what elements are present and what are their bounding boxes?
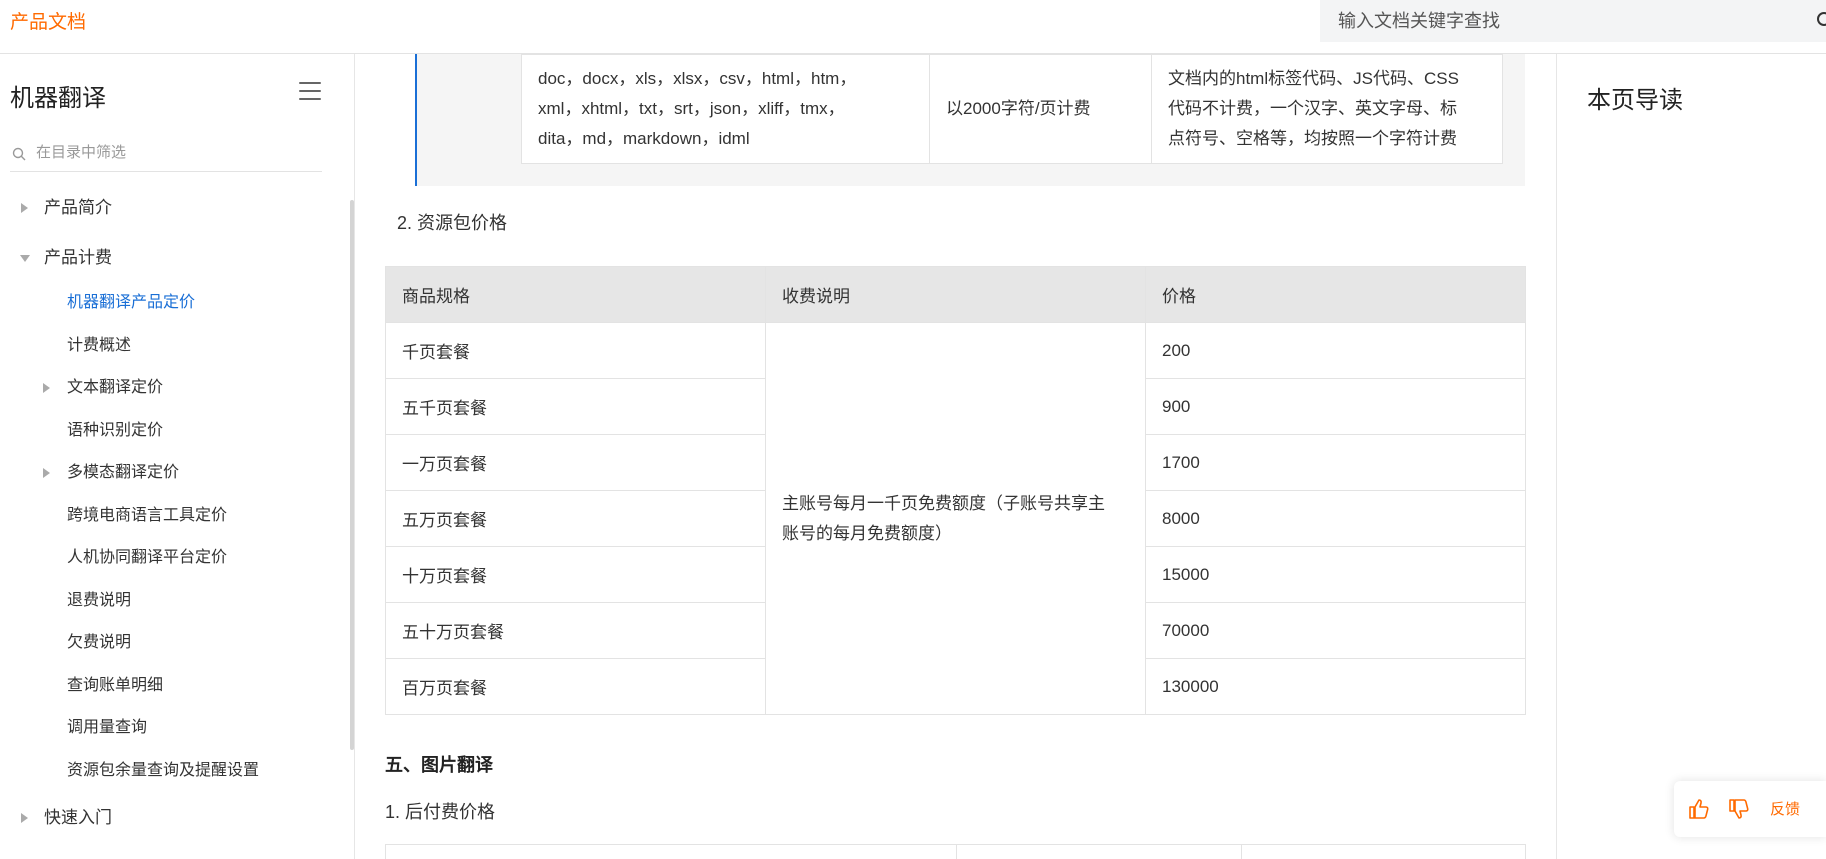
caret-right-icon (21, 203, 28, 213)
table-header-row: 商品规格 收费说明 价格 (385, 266, 1526, 323)
caret-right-icon (21, 813, 28, 823)
table-cell-billing-unit: 以2000字符/页计费 (929, 54, 1152, 164)
top-header: 产品文档 (0, 0, 1826, 54)
feedback-button[interactable]: 反馈 (1770, 798, 1800, 819)
page-toc-panel: 本页导读 (1556, 54, 1826, 859)
caret-down-icon (20, 255, 30, 262)
cell-text: 主账号每月一千页免费额度（子账号共享主 (782, 493, 1105, 513)
sidebar-filter-input[interactable] (36, 140, 316, 164)
price-cell: 130000 (1145, 658, 1526, 715)
postpay-price-table (385, 844, 1526, 859)
charge-description-cell: 主账号每月一千页免费额度（子账号共享主 账号的每月免费额度） (765, 322, 1146, 715)
sidebar-item-refund[interactable]: 退费说明 (67, 587, 131, 615)
price-cell: 900 (1145, 378, 1526, 435)
search-icon (12, 147, 26, 161)
sidebar-filter (10, 136, 322, 172)
cell-text: 代码不计费，一个汉字、英文字母、标 (1168, 99, 1457, 118)
sidebar-item-label: 多模态翻译定价 (67, 464, 180, 481)
cell-text: doc，docx，xls，xlsx，csv，html，htm， (538, 69, 857, 88)
menu-toggle-icon[interactable] (299, 82, 321, 100)
sidebar-item-overdue[interactable]: 欠费说明 (67, 629, 131, 657)
column-header: 商品规格 (385, 266, 766, 323)
search-icon[interactable] (1816, 11, 1826, 31)
cell-text: 文档内的html标签代码、JS代码、CSS (1168, 69, 1459, 88)
sidebar-item-label: 退费说明 (67, 592, 132, 609)
sidebar-item-label: 文本翻译定价 (67, 379, 164, 396)
sidebar-item-label: 语种识别定价 (67, 422, 164, 439)
main-content: doc，docx，xls，xlsx，csv，html，htm， xml，xhtm… (356, 54, 1556, 859)
doc-search-box (1320, 0, 1826, 42)
sidebar-item-label: 产品简介 (44, 198, 112, 217)
sidebar-item-bill-details[interactable]: 查询账单明细 (67, 672, 163, 700)
cell-text: 点符号、空格等，均按照一个字符计费 (1168, 129, 1457, 148)
column-header: 收费说明 (765, 266, 1146, 323)
sidebar-item-hitl-pricing[interactable]: 人机协同翻译平台定价 (67, 544, 227, 572)
price-cell: 1700 (1145, 434, 1526, 491)
price-cell: 70000 (1145, 602, 1526, 659)
sidebar-item-label: 查询账单明细 (67, 677, 164, 694)
thumbs-up-icon[interactable] (1688, 798, 1710, 820)
sidebar-item-mt-pricing[interactable]: 机器翻译产品定价 (67, 289, 195, 317)
sidebar-item-label: 快速入门 (44, 808, 112, 827)
sidebar-item-label: 计费概述 (67, 337, 132, 354)
thumbs-down-icon[interactable] (1728, 798, 1750, 820)
price-cell: 8000 (1145, 490, 1526, 547)
spec-cell: 一万页套餐 (385, 434, 766, 491)
caret-right-icon (43, 383, 50, 393)
sidebar-item-label: 跨境电商语言工具定价 (67, 507, 228, 524)
sidebar-item-label: 产品计费 (44, 248, 112, 267)
package-price-table: 商品规格 收费说明 价格 千页套餐 主账号每月一千页免费额度（子账号共享主 账号… (385, 266, 1526, 715)
doc-search-input[interactable] (1338, 0, 1778, 42)
sidebar: 机器翻译 产品简介 产品计费 机器翻译产品定价 计费概述 文本翻译定价 语种 (0, 54, 355, 859)
spec-cell: 五千页套餐 (385, 378, 766, 435)
sidebar-item-label: 资源包余量查询及提醒设置 (67, 762, 260, 779)
sidebar-item-langdetect-pricing[interactable]: 语种识别定价 (67, 417, 163, 445)
image-translation-heading: 五、图片翻译 (385, 755, 493, 775)
sidebar-item-quickstart[interactable]: 快速入门 (0, 804, 340, 832)
brand-link[interactable]: 产品文档 (10, 7, 86, 34)
table-row: 千页套餐 主账号每月一千页免费额度（子账号共享主 账号的每月免费额度） 200 (385, 322, 1526, 715)
postpay-section-label: 1. 后付费价格 (385, 802, 496, 822)
spec-cell: 十万页套餐 (385, 546, 766, 603)
cell-text: 账号的每月免费额度） (782, 523, 952, 543)
sidebar-item-label: 调用量查询 (67, 719, 148, 736)
sidebar-item-label: 机器翻译产品定价 (67, 294, 196, 311)
format-pricing-table: doc，docx，xls，xlsx，csv，html，htm， xml，xhtm… (521, 54, 1503, 164)
sidebar-scrollbar[interactable] (350, 200, 354, 750)
sidebar-title: 机器翻译 (10, 85, 106, 112)
table-cell-billing-rule: 文档内的html标签代码、JS代码、CSS 代码不计费，一个汉字、英文字母、标 … (1151, 54, 1503, 164)
sidebar-item-label: 欠费说明 (67, 634, 132, 651)
package-section-label: 2. 资源包价格 (397, 213, 508, 233)
table-cell-formats: doc，docx，xls，xlsx，csv，html，htm， xml，xhtm… (521, 54, 930, 164)
sidebar-item-text-pricing[interactable]: 文本翻译定价 (0, 374, 340, 402)
cell-text: xml，xhtml，txt，srt，json，xliff，tmx， (538, 99, 845, 118)
cell-text: dita，md，markdown，idml (538, 129, 750, 148)
table-row: doc，docx，xls，xlsx，csv，html，htm， xml，xhtm… (521, 54, 1503, 164)
sidebar-item-billing-overview[interactable]: 计费概述 (67, 332, 131, 360)
feedback-bar: 反馈 (1674, 781, 1826, 837)
sidebar-item-package-balance[interactable]: 资源包余量查询及提醒设置 (67, 757, 259, 785)
sidebar-item-multimodal-pricing[interactable]: 多模态翻译定价 (0, 459, 340, 487)
spec-cell: 五万页套餐 (385, 490, 766, 547)
toc-title: 本页导读 (1587, 87, 1683, 114)
spec-cell: 五十万页套餐 (385, 602, 766, 659)
sidebar-item-label: 人机协同翻译平台定价 (67, 549, 228, 566)
price-cell: 15000 (1145, 546, 1526, 603)
price-cell: 200 (1145, 322, 1526, 379)
spec-cell: 千页套餐 (385, 322, 766, 379)
caret-right-icon (43, 468, 50, 478)
spec-cell: 百万页套餐 (385, 658, 766, 715)
sidebar-item-ecommerce-pricing[interactable]: 跨境电商语言工具定价 (67, 502, 227, 530)
column-header: 价格 (1145, 266, 1526, 323)
sidebar-item-usage-query[interactable]: 调用量查询 (67, 714, 147, 742)
